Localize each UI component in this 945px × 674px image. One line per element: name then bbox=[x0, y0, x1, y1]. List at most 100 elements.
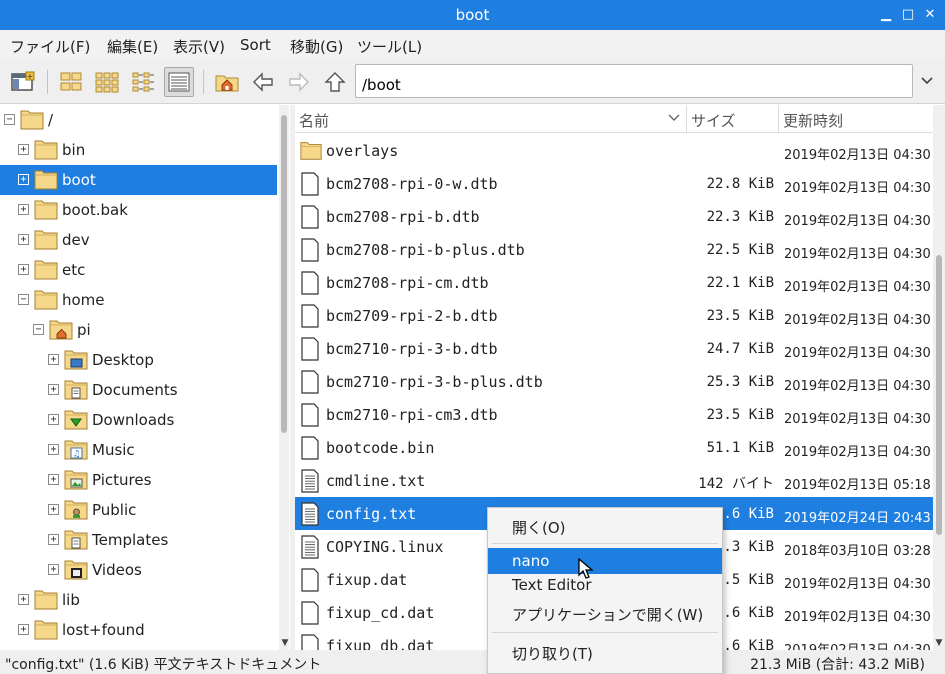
expand-icon[interactable]: + bbox=[18, 174, 29, 185]
context-open-nano[interactable]: nano bbox=[488, 548, 722, 574]
text-file-icon bbox=[299, 535, 321, 559]
scroll-down-icon[interactable]: ▼ bbox=[934, 638, 944, 648]
tree-item[interactable]: + dev bbox=[0, 225, 277, 255]
expand-icon[interactable]: + bbox=[48, 414, 59, 425]
tree-item[interactable]: + Videos bbox=[0, 555, 277, 585]
file-row[interactable]: bcm2708-rpi-cm.dtb 22.1 KiB 2019年02月13日 04… bbox=[295, 266, 933, 299]
close-icon[interactable]: ✕ bbox=[920, 5, 940, 25]
file-row[interactable]: bootcode.bin 51.1 KiB 2019年02月13日 04:30 bbox=[295, 431, 933, 464]
column-modified-header[interactable]: 更新時刻 bbox=[779, 105, 933, 133]
file-row[interactable]: cmdline.txt 142 バイト 2019年02月13日 05:18 bbox=[295, 464, 933, 497]
detailed-list-view-button[interactable] bbox=[164, 67, 194, 97]
menu-sort[interactable]: Sort bbox=[240, 36, 271, 54]
context-open[interactable]: 開く(O) bbox=[488, 513, 722, 539]
expand-icon[interactable]: + bbox=[18, 234, 29, 245]
collapse-icon[interactable]: − bbox=[33, 324, 44, 335]
path-input[interactable] bbox=[355, 64, 913, 98]
menu-edit[interactable]: 編集(E) bbox=[107, 36, 158, 57]
file-modified: 2019年02月13日 04:30 bbox=[784, 610, 931, 625]
tree-item[interactable]: − pi bbox=[0, 315, 277, 345]
tree-item[interactable]: + Desktop bbox=[0, 345, 277, 375]
expand-icon[interactable]: + bbox=[18, 204, 29, 215]
tree-item[interactable]: + Documents bbox=[0, 375, 277, 405]
tree-item[interactable]: + bin bbox=[0, 135, 277, 165]
maximize-icon[interactable]: □ bbox=[898, 5, 918, 25]
file-row[interactable]: bcm2709-rpi-2-b.dtb 23.5 KiB 2019年02月13日 0… bbox=[295, 299, 933, 332]
column-size-header[interactable]: サイズ bbox=[687, 105, 779, 133]
file-row[interactable]: bcm2708-rpi-0-w.dtb 22.8 KiB 2019年02月13日 0… bbox=[295, 167, 933, 200]
column-name-header[interactable]: 名前 bbox=[295, 105, 687, 133]
file-row[interactable]: bcm2710-rpi-3-b.dtb 24.7 KiB 2019年02月13日 0… bbox=[295, 332, 933, 365]
file-icon bbox=[299, 238, 321, 262]
scroll-down-icon[interactable]: ▼ bbox=[280, 638, 290, 648]
file-modified: 2019年02月13日 05:18 bbox=[784, 478, 931, 493]
tree-item[interactable]: + Public bbox=[0, 495, 277, 525]
expand-icon[interactable]: + bbox=[48, 534, 59, 545]
tree-scrollbar[interactable]: ▼ bbox=[279, 105, 289, 650]
list-scrollbar[interactable]: ▼ bbox=[933, 105, 945, 650]
file-modified: 2019年02月13日 04:30 bbox=[784, 346, 931, 361]
status-disk-info: 21.3 MiB (合計: 43.2 MiB) bbox=[750, 657, 925, 673]
file-row[interactable]: bcm2710-rpi-cm3.dtb 23.5 KiB 2019年02月13日 0… bbox=[295, 398, 933, 431]
new-window-button[interactable]: + bbox=[8, 67, 38, 97]
context-cut[interactable]: 切り取り(T) bbox=[488, 639, 722, 665]
file-size: 22.8 KiB bbox=[706, 176, 774, 192]
file-row[interactable]: bcm2708-rpi-b.dtb 22.3 KiB 2019年02月13日 04:… bbox=[295, 200, 933, 233]
compact-view-button[interactable] bbox=[128, 67, 158, 97]
path-dropdown-button[interactable] bbox=[913, 64, 941, 98]
expand-icon[interactable]: + bbox=[48, 354, 59, 365]
tree-item[interactable]: + etc bbox=[0, 255, 277, 285]
tree-item-label: Desktop bbox=[92, 351, 154, 369]
tree-item[interactable]: − home bbox=[0, 285, 277, 315]
tree-scrollbar-thumb[interactable] bbox=[281, 115, 287, 433]
minimize-icon[interactable]: ▁ bbox=[876, 5, 896, 25]
expand-icon[interactable]: + bbox=[18, 144, 29, 155]
icon-view-button[interactable] bbox=[56, 67, 86, 97]
folder-icon bbox=[33, 168, 59, 190]
file-name: bcm2709-rpi-2-b.dtb bbox=[326, 307, 498, 325]
expand-icon[interactable]: + bbox=[48, 384, 59, 395]
tree-item[interactable]: + boot bbox=[0, 165, 277, 195]
folder-icon bbox=[299, 139, 322, 163]
expand-icon[interactable]: + bbox=[48, 444, 59, 455]
arrow-up-icon bbox=[324, 72, 346, 92]
menu-tools[interactable]: ツール(L) bbox=[357, 36, 422, 57]
back-button[interactable] bbox=[248, 67, 278, 97]
file-row[interactable]: bcm2708-rpi-b-plus.dtb 22.5 KiB 2019年02月13… bbox=[295, 233, 933, 266]
expand-icon[interactable]: + bbox=[48, 474, 59, 485]
tree-item[interactable]: + Downloads bbox=[0, 405, 277, 435]
home-button[interactable] bbox=[212, 67, 242, 97]
tree-item[interactable]: + Templates bbox=[0, 525, 277, 555]
menu-view[interactable]: 表示(V) bbox=[173, 36, 225, 57]
folder-icon bbox=[33, 198, 59, 220]
pictures-folder-icon bbox=[63, 468, 89, 490]
menu-go[interactable]: 移動(G) bbox=[290, 36, 343, 57]
collapse-icon[interactable]: − bbox=[4, 114, 15, 125]
menu-file[interactable]: ファイル(F) bbox=[10, 36, 90, 57]
file-row[interactable]: overlays 2019年02月13日 04:30 bbox=[295, 134, 933, 167]
context-open-with[interactable]: アプリケーションで開く(W) bbox=[488, 600, 722, 626]
expand-icon[interactable]: + bbox=[18, 264, 29, 275]
expand-icon[interactable]: + bbox=[48, 564, 59, 575]
file-modified: 2019年02月13日 04:30 bbox=[784, 379, 931, 394]
tree-item[interactable]: + ♫ Music bbox=[0, 435, 277, 465]
expand-icon[interactable]: + bbox=[18, 594, 29, 605]
file-icon bbox=[299, 304, 321, 328]
expand-icon[interactable]: + bbox=[48, 504, 59, 515]
list-view-icon bbox=[168, 72, 190, 92]
collapse-icon[interactable]: − bbox=[18, 294, 29, 305]
forward-button[interactable] bbox=[284, 67, 314, 97]
file-row[interactable]: bcm2710-rpi-3-b-plus.dtb 25.3 KiB 2019年02月… bbox=[295, 365, 933, 398]
tree-item[interactable]: + boot.bak bbox=[0, 195, 277, 225]
list-scrollbar-thumb[interactable] bbox=[936, 255, 942, 535]
context-open-text-editor[interactable]: Text Editor bbox=[488, 572, 722, 598]
tree-item[interactable]: − / bbox=[0, 105, 277, 135]
up-button[interactable] bbox=[320, 67, 350, 97]
thumbnail-view-button[interactable] bbox=[92, 67, 122, 97]
tree-item[interactable]: + Pictures bbox=[0, 465, 277, 495]
file-icon bbox=[299, 205, 321, 229]
expand-icon[interactable]: + bbox=[18, 624, 29, 635]
tree-item[interactable]: + lib bbox=[0, 585, 277, 615]
tree-item[interactable]: + lost+found bbox=[0, 615, 277, 645]
tree-item-label: Pictures bbox=[92, 471, 152, 489]
